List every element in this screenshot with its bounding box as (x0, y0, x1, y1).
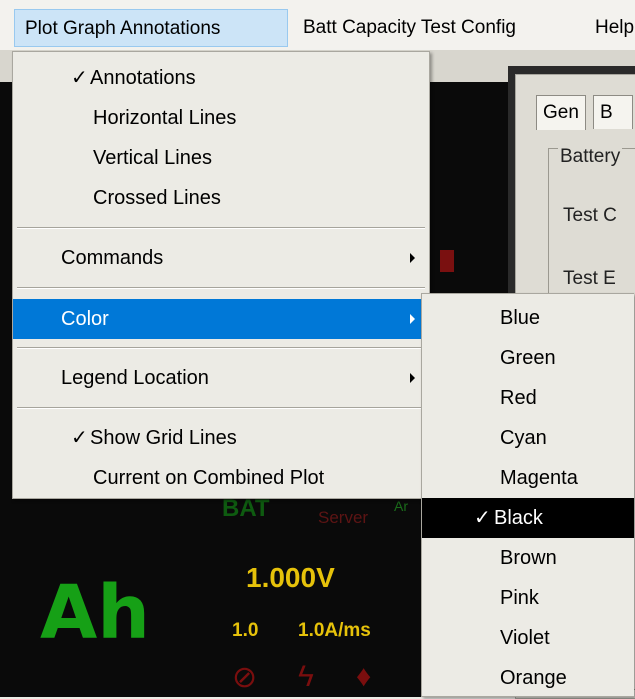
menu-help[interactable]: Help (585, 9, 635, 47)
menu-item-label: Color (61, 308, 109, 330)
check-icon: ✓ (71, 67, 88, 89)
lightning-icon: ϟ (298, 660, 314, 693)
group-label: Battery (558, 146, 623, 168)
menu-item-vertical-lines[interactable]: Vertical Lines (13, 138, 429, 178)
menu-batt-capacity-test-config[interactable]: Batt Capacity Test Config (293, 9, 526, 47)
menu-item-label: Pink (500, 587, 539, 609)
menu-item-label: Red (500, 387, 537, 409)
gauge-icon: ⊘ (232, 661, 258, 694)
color-item-blue[interactable]: Blue (422, 298, 634, 338)
color-item-green[interactable]: Green (422, 338, 634, 378)
menu-item-label: Crossed Lines (93, 187, 221, 209)
menu-item-label: Current on Combined Plot (93, 467, 325, 489)
color-item-brown[interactable]: Brown (422, 538, 634, 578)
menu-bar: Plot Graph Annotations Batt Capacity Tes… (0, 0, 635, 51)
menu-item-label: Black (494, 507, 543, 529)
menu-item-label: Commands (61, 247, 164, 269)
menu-item-color[interactable]: Color (13, 299, 429, 339)
menu-item-crossed-lines[interactable]: Crossed Lines (13, 178, 429, 218)
ar-label: Ar (394, 498, 408, 514)
bat-label: BAT (222, 495, 270, 522)
submenu-arrow-icon (410, 373, 415, 383)
color-item-cyan[interactable]: Cyan (422, 418, 634, 458)
menu-item-legend-location[interactable]: Legend Location (13, 358, 429, 398)
menu-item-label: Legend Location (61, 367, 209, 389)
plug-icon: ♦ (356, 660, 372, 693)
tab-b[interactable]: B (593, 95, 633, 129)
menu-item-label: Violet (500, 627, 550, 649)
color-submenu: Blue Green Red Cyan Magenta ✓ Black Brow… (421, 293, 634, 697)
ah-label: Ah (40, 570, 150, 656)
menu-item-label: Annotations (90, 67, 196, 89)
menu-item-label: Orange (500, 667, 567, 689)
menu-item-show-grid-lines[interactable]: ✓ Show Grid Lines (13, 418, 429, 458)
color-item-violet[interactable]: Violet (422, 618, 634, 658)
color-item-red[interactable]: Red (422, 378, 634, 418)
check-icon: ✓ (71, 427, 88, 449)
voltage-readout: 1.000V (246, 562, 335, 593)
color-item-black[interactable]: ✓ Black (422, 498, 634, 538)
menu-item-annotations[interactable]: ✓ Annotations (13, 58, 429, 98)
left-value: 1.0 (232, 620, 259, 641)
tab-gen[interactable]: Gen (536, 95, 586, 130)
menu-item-label: Brown (500, 547, 557, 569)
color-item-orange[interactable]: Orange (422, 658, 634, 698)
menu-item-label: Green (500, 347, 556, 369)
plot-graph-annotations-menu: ✓ Annotations Horizontal Lines Vertical … (12, 51, 430, 499)
menu-plot-graph-annotations[interactable]: Plot Graph Annotations (14, 9, 288, 47)
menu-item-commands[interactable]: Commands (13, 238, 429, 278)
menu-item-label: Vertical Lines (93, 147, 212, 169)
menu-separator (17, 287, 425, 289)
menu-item-current-combined-plot[interactable]: Current on Combined Plot (13, 458, 429, 498)
submenu-arrow-icon (410, 314, 415, 324)
menu-separator (17, 407, 425, 409)
color-item-pink[interactable]: Pink (422, 578, 634, 618)
test-c-label: Test C (563, 205, 617, 226)
menu-item-label: Cyan (500, 427, 547, 449)
check-icon: ✓ (474, 507, 491, 529)
test-e-label: Test E (563, 268, 616, 289)
menu-separator (17, 227, 425, 229)
menu-item-label: Magenta (500, 467, 578, 489)
submenu-arrow-icon (410, 253, 415, 263)
color-item-magenta[interactable]: Magenta (422, 458, 634, 498)
menu-item-horizontal-lines[interactable]: Horizontal Lines (13, 98, 429, 138)
menu-separator (17, 347, 425, 349)
status-indicator (440, 250, 454, 272)
rate-value: 1.0A/ms (298, 620, 371, 641)
server-label: Server (318, 508, 369, 527)
menu-item-label: Show Grid Lines (90, 427, 237, 449)
menu-item-label: Horizontal Lines (93, 107, 237, 129)
menu-item-label: Blue (500, 307, 541, 329)
